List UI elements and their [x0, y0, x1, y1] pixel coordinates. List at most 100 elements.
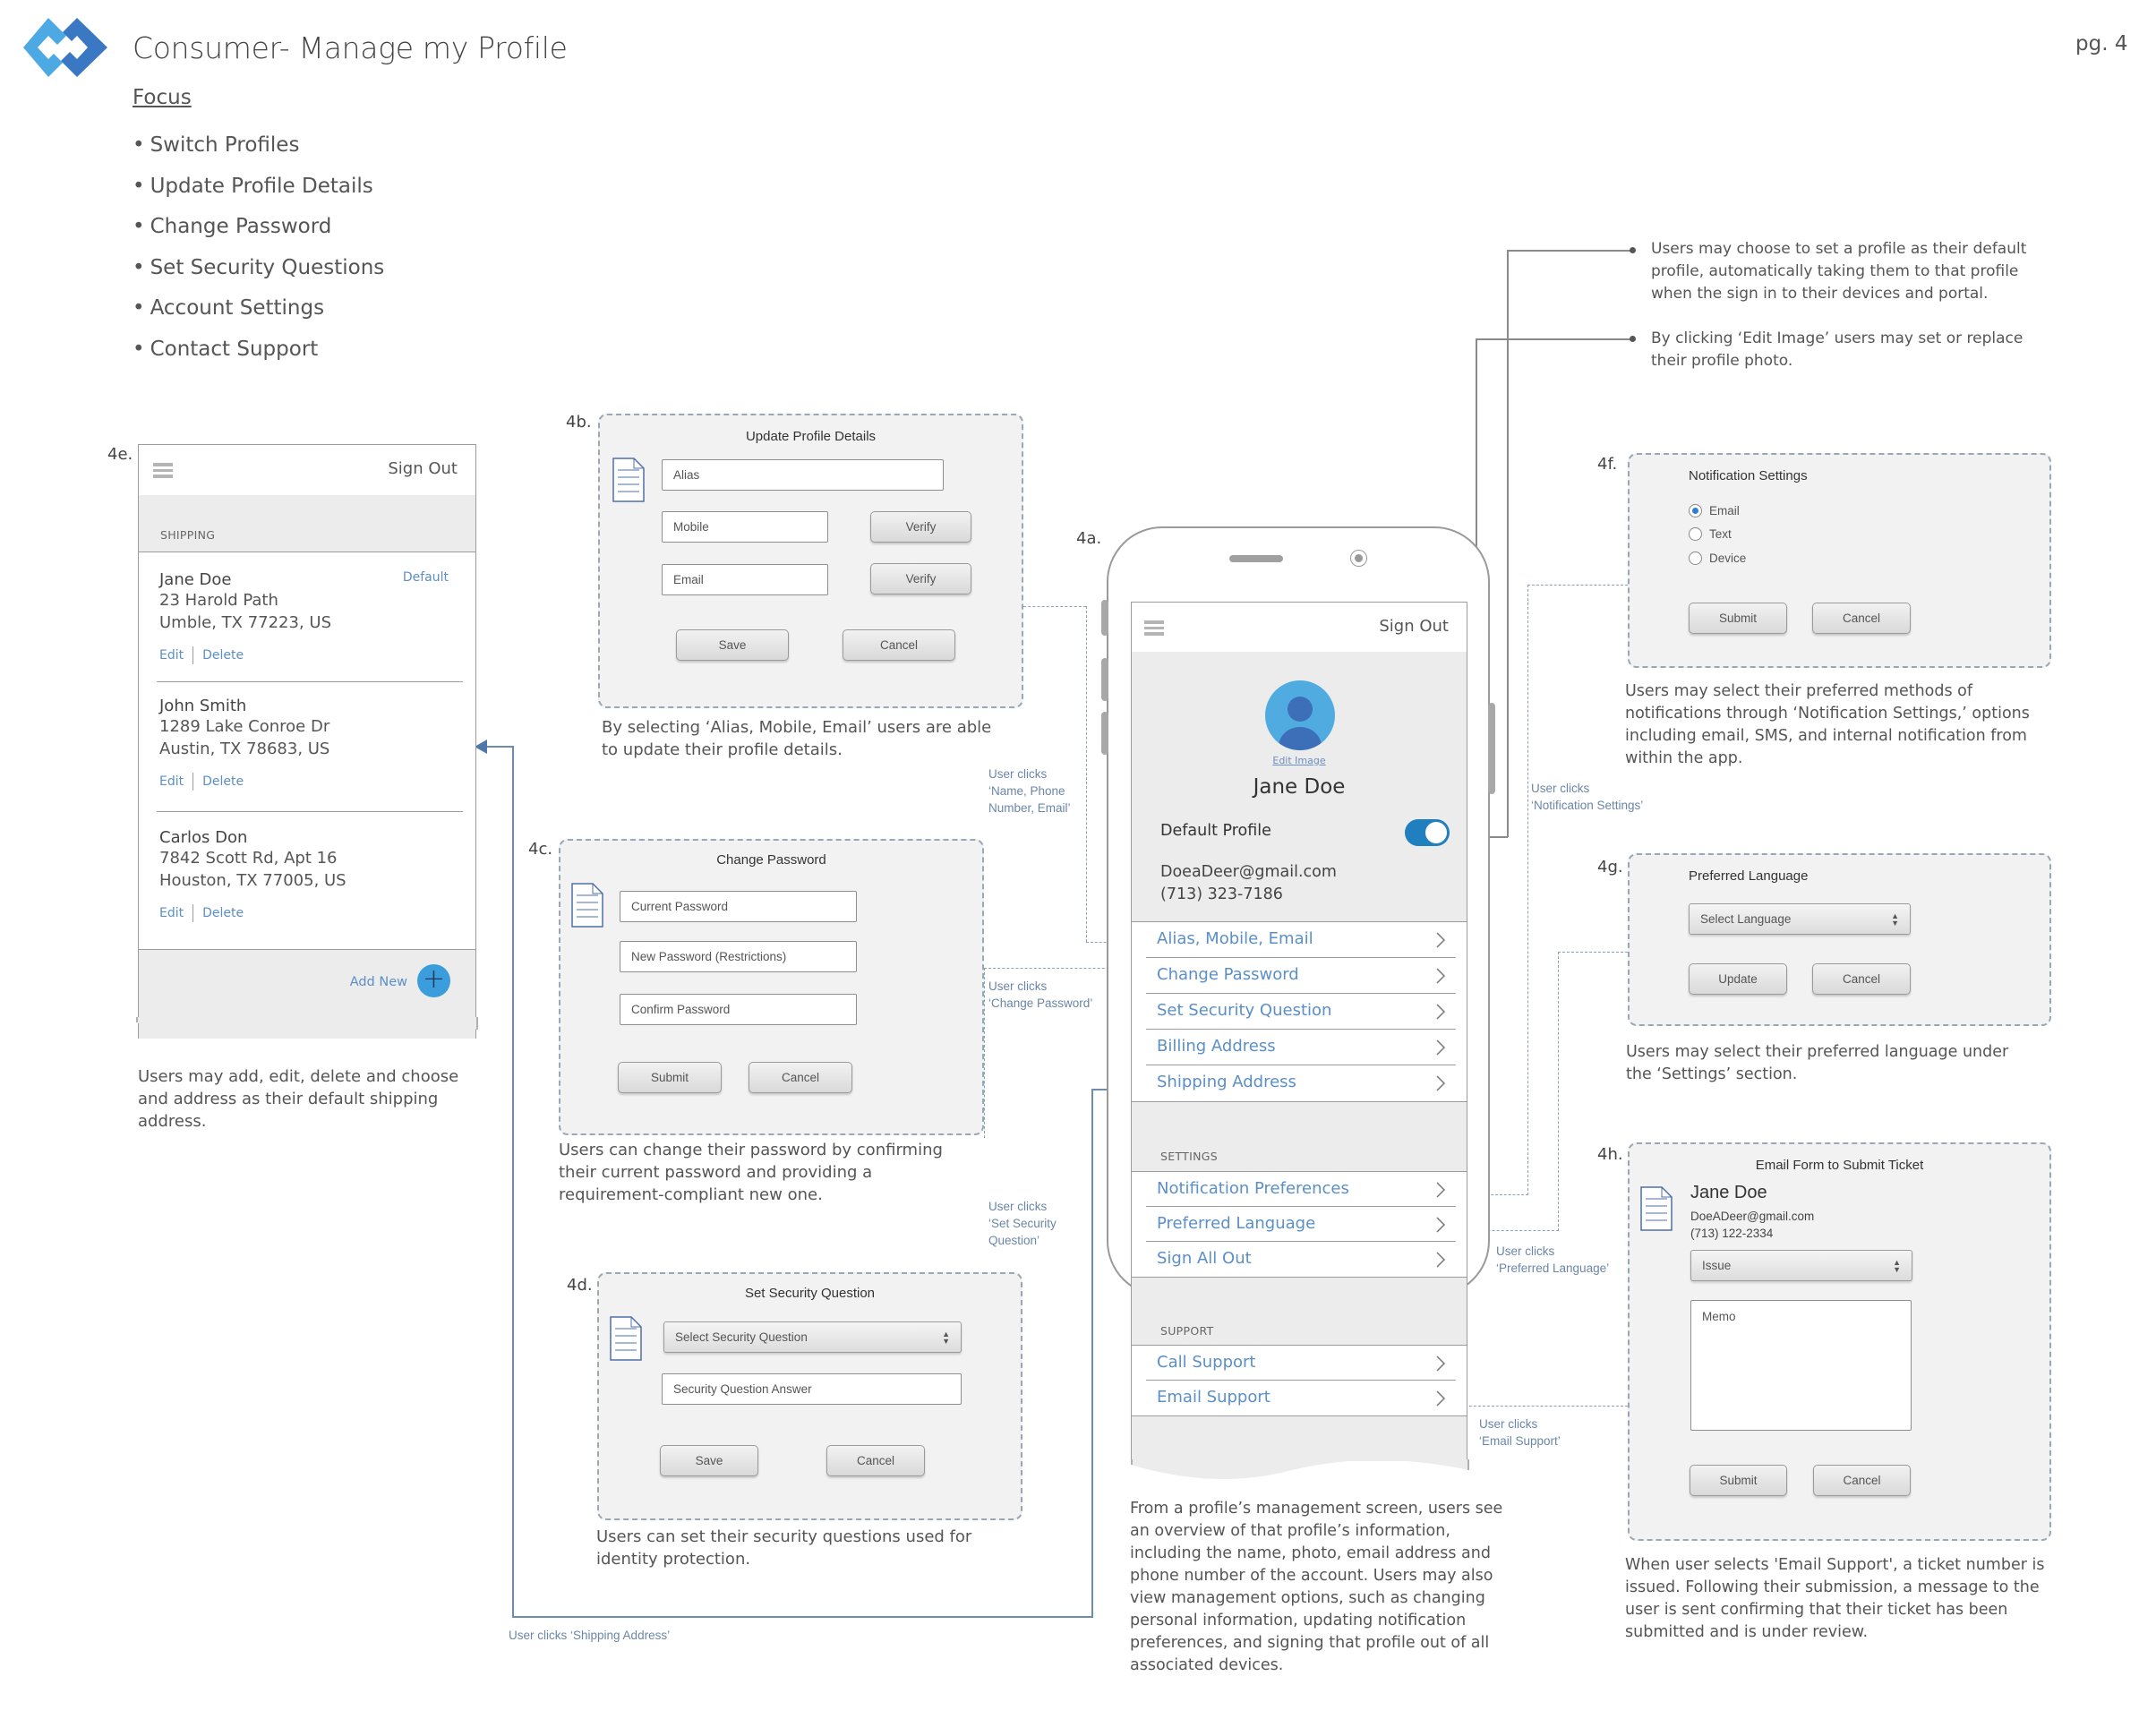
alias-input[interactable]: Alias — [662, 459, 944, 491]
delete-link[interactable]: Delete — [202, 774, 244, 789]
confirm-password-input[interactable]: Confirm Password — [620, 994, 857, 1025]
page-number: pg. 4 — [2075, 32, 2128, 56]
avatar[interactable] — [1265, 680, 1335, 750]
security-answer-input[interactable]: Security Question Answer — [662, 1373, 962, 1405]
step-label-4c: 4c. — [528, 840, 553, 859]
cancel-button[interactable]: Cancel — [749, 1062, 852, 1093]
profile-header: Edit Image Jane Doe Default Profile Doea… — [1132, 652, 1467, 922]
menu-icon[interactable] — [153, 463, 173, 478]
description-4b: By selecting ‘Alias, Mobile, Email’ user… — [602, 718, 992, 759]
language-select[interactable]: Select Language ▲ ▼ — [1689, 903, 1911, 935]
connector-4b — [1023, 606, 1086, 607]
cancel-button[interactable]: Cancel — [1813, 1465, 1911, 1496]
menu-item-sign-all-out[interactable]: Sign All Out — [1146, 1242, 1456, 1277]
connector-4g — [1558, 952, 1559, 1231]
edit-image-link[interactable]: Edit Image — [1132, 755, 1467, 766]
default-badge[interactable]: Default — [403, 570, 449, 585]
sign-out-button[interactable]: Sign Out — [388, 459, 458, 478]
connector-4h — [1469, 1406, 1628, 1407]
chevron-right-icon — [1436, 1217, 1446, 1233]
radio-text[interactable]: Text — [1689, 527, 1732, 541]
section-label: SHIPPING — [160, 528, 216, 542]
submit-button[interactable]: Submit — [618, 1062, 722, 1093]
memo-textarea[interactable]: Memo — [1690, 1300, 1912, 1431]
submit-button[interactable]: Submit — [1690, 1465, 1787, 1496]
delete-link[interactable]: Delete — [202, 906, 244, 920]
description-4a: From a profile’s management screen, user… — [1130, 1500, 1503, 1674]
submit-button[interactable]: Submit — [1689, 603, 1787, 634]
cancel-button[interactable]: Cancel — [826, 1445, 925, 1476]
connector-image-top — [1476, 338, 1634, 340]
email-input[interactable]: Email — [662, 564, 828, 595]
section-label: SUPPORT — [1160, 1324, 1214, 1338]
menu-item-shipping-address[interactable]: Shipping Address — [1146, 1065, 1456, 1101]
email-ticket-dialog: Email Form to Submit Ticket Jane Doe Doe… — [1628, 1142, 2051, 1541]
menu-item-billing-address[interactable]: Billing Address — [1146, 1030, 1456, 1065]
chevron-right-icon — [1436, 1252, 1446, 1268]
menu-item-email-support[interactable]: Email Support — [1146, 1381, 1456, 1415]
menu-item-set-security-question[interactable]: Set Security Question — [1146, 994, 1456, 1030]
note-notification: User clicks ‘Notification Settings’ — [1531, 782, 1644, 812]
ticket-name: Jane Doe — [1690, 1183, 1767, 1202]
edit-link[interactable]: Edit — [159, 906, 184, 920]
callout-default-profile: Users may choose to set a profile as the… — [1651, 240, 2027, 303]
support-section-header: SUPPORT — [1132, 1278, 1467, 1346]
address-actions: Edit Delete — [159, 646, 463, 664]
note-language: User clicks ‘Preferred Language’ — [1496, 1244, 1610, 1275]
current-password-input[interactable]: Current Password — [620, 891, 857, 922]
security-question-dialog: Set Security Question Select Security Qu… — [597, 1272, 1022, 1520]
menu-item-preferred-language[interactable]: Preferred Language — [1146, 1207, 1456, 1242]
settings-section-header: SETTINGS — [1132, 1102, 1467, 1172]
cancel-button[interactable]: Cancel — [1812, 603, 1911, 634]
menu-item-notification-preferences[interactable]: Notification Preferences — [1146, 1172, 1456, 1207]
add-new-link[interactable]: Add New — [350, 975, 407, 989]
cancel-button[interactable]: Cancel — [843, 629, 955, 661]
connector-shipping — [512, 746, 514, 1617]
step-label-4b: 4b. — [566, 413, 592, 432]
address-line: Umble, TX 77223, US — [159, 613, 332, 632]
page-title: Consumer- Manage my Profile — [133, 30, 568, 65]
sign-out-button[interactable]: Sign Out — [1379, 617, 1449, 636]
menu-icon[interactable] — [1144, 620, 1164, 636]
dialog-title: Update Profile Details — [745, 429, 877, 444]
cancel-button[interactable]: Cancel — [1812, 963, 1911, 995]
delete-link[interactable]: Delete — [202, 648, 244, 663]
address-item: John Smith 1289 Lake Conroe Dr Austin, T… — [157, 682, 463, 812]
edit-link[interactable]: Edit — [159, 774, 184, 789]
menu-item-call-support[interactable]: Call Support — [1146, 1346, 1456, 1381]
radio-device[interactable]: Device — [1689, 552, 1746, 565]
add-address-button[interactable]: + — [417, 964, 450, 997]
description-4g: Users may select their preferred languag… — [1626, 1043, 2009, 1083]
connector-shipping — [483, 746, 513, 748]
radio-email[interactable]: Email — [1689, 504, 1740, 517]
select-arrows-icon: ▲ ▼ — [1891, 911, 1899, 928]
select-arrows-icon: ▲ ▼ — [942, 1329, 950, 1346]
default-profile-toggle[interactable] — [1405, 819, 1450, 846]
phone-side-button — [1101, 658, 1108, 701]
save-button[interactable]: Save — [660, 1445, 758, 1476]
menu-item-alias-mobile-email[interactable]: Alias, Mobile, Email — [1146, 922, 1456, 958]
save-button[interactable]: Save — [676, 629, 789, 661]
document-icon — [610, 1316, 642, 1361]
note-email-support: User clicks ‘Email Support’ — [1479, 1417, 1561, 1448]
new-password-input[interactable]: New Password (Restrictions) — [620, 941, 857, 972]
address-line: Austin, TX 78683, US — [159, 740, 330, 758]
verify-mobile-button[interactable]: Verify — [870, 511, 971, 543]
radio-unselected-icon — [1689, 527, 1702, 541]
menu-item-change-password[interactable]: Change Password — [1146, 958, 1456, 994]
security-question-select[interactable]: Select Security Question ▲ ▼ — [663, 1321, 962, 1353]
profile-email: DoeaDeer@gmail.com — [1160, 863, 1337, 881]
radio-unselected-icon — [1689, 552, 1702, 565]
connector-4f — [1527, 585, 1628, 586]
note-set-security: User clicks ‘Set Security Question’ — [988, 1200, 1057, 1247]
address-line: 1289 Lake Conroe Dr — [159, 717, 330, 736]
edit-link[interactable]: Edit — [159, 648, 184, 663]
update-button[interactable]: Update — [1689, 963, 1787, 995]
step-label-4g: 4g. — [1597, 858, 1623, 877]
issue-select[interactable]: Issue ▲ ▼ — [1690, 1250, 1912, 1281]
logo-icon — [23, 18, 107, 77]
verify-email-button[interactable]: Verify — [870, 563, 971, 594]
mobile-input[interactable]: Mobile — [662, 511, 828, 543]
profile-menu: Alias, Mobile, Email Change Password Set… — [1132, 922, 1467, 1102]
dialog-title: Email Form to Submit Ticket — [1755, 1158, 1924, 1173]
